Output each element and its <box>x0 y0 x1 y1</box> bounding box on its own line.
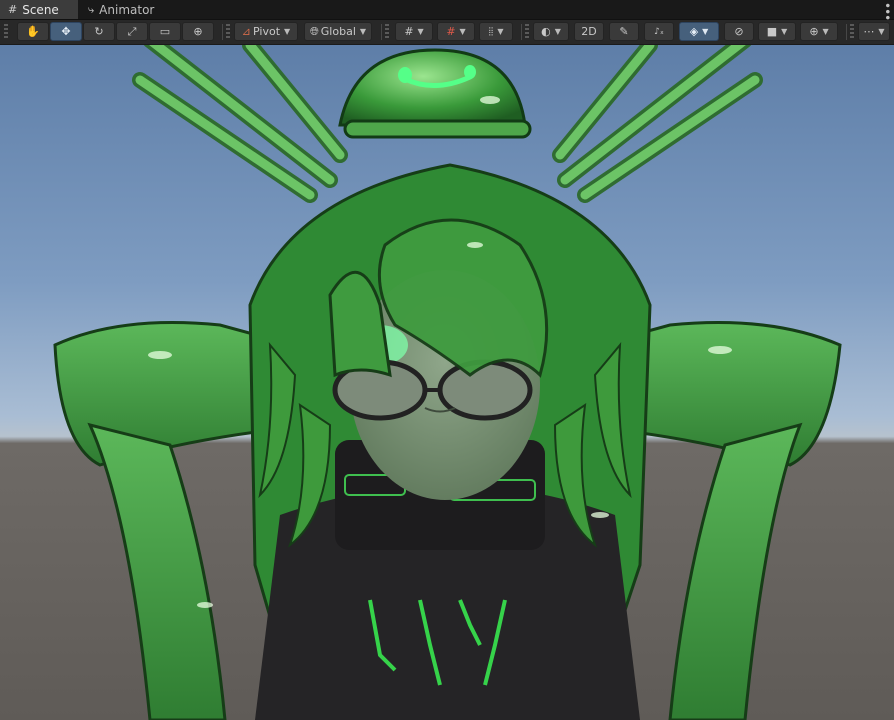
scene-visibility-button[interactable]: ⊘ <box>724 22 754 41</box>
rotate-icon: ↻ <box>94 25 104 38</box>
toolbar-grip[interactable] <box>850 24 854 40</box>
pivot-label: Pivot <box>253 25 281 38</box>
chevron-down-icon: ▼ <box>359 27 367 36</box>
eye-hidden-icon: ⊘ <box>734 25 744 38</box>
shading-sphere-icon: ◐ <box>541 25 551 38</box>
animator-icon: ⤷ <box>88 2 95 16</box>
chevron-down-icon: ▼ <box>781 27 788 36</box>
toolbar-grip[interactable] <box>226 24 230 40</box>
2d-label: 2D <box>581 25 597 38</box>
2d-toggle-button[interactable]: 2D <box>574 22 604 41</box>
pivot-icon: ⊿ <box>241 25 252 38</box>
tab-animator[interactable]: ⤷ Animator <box>80 0 160 19</box>
chevron-down-icon: ▼ <box>459 27 466 36</box>
chevron-down-icon: ▼ <box>284 27 291 36</box>
ruler-dropdown[interactable]: ⦙⦙ ▼ <box>479 22 513 41</box>
scene-toolbar: ✋ ✥ ↻ ⤢ ▭ ⊕ ⊿ Pivot ▼ 🌐︎ Global ▼ # ▼ # … <box>0 20 894 45</box>
gizmo-icon: ⊕ <box>809 25 819 38</box>
chevron-down-icon: ▼ <box>878 27 885 36</box>
tab-animator-label: Animator <box>99 2 155 17</box>
scale-icon: ⤢ <box>127 24 137 38</box>
toolbar-grip[interactable] <box>385 24 389 40</box>
camera-icon: ■ <box>766 25 778 38</box>
transform-icon: ⊕ <box>193 25 203 38</box>
increment-snap-icon: # <box>446 25 456 38</box>
rect-tool-button[interactable]: ▭ <box>149 22 181 41</box>
chevron-down-icon: ▼ <box>417 27 424 36</box>
hand-icon: ✋ <box>26 25 40 38</box>
tab-strip: # Scene ⤷ Animator ••• <box>0 0 894 20</box>
grid-snap-dropdown[interactable]: # ▼ <box>395 22 433 41</box>
increment-snap-dropdown[interactable]: # ▼ <box>437 22 475 41</box>
separator <box>846 24 847 40</box>
scene-viewport[interactable] <box>0 45 894 720</box>
shading-mode-dropdown[interactable]: ◐ ▼ <box>533 22 569 41</box>
chevron-down-icon: ▼ <box>497 27 504 36</box>
global-label: Global <box>320 25 356 38</box>
rotate-tool-button[interactable]: ↻ <box>83 22 115 41</box>
lighting-icon: ✎ <box>619 25 629 38</box>
slime-avatar-render <box>53 45 842 720</box>
hand-tool-button[interactable]: ✋ <box>17 22 49 41</box>
camera-dropdown[interactable]: ■ ▼ <box>758 22 796 41</box>
separator <box>381 24 382 40</box>
separator <box>222 24 223 40</box>
gizmos-dropdown[interactable]: ⊕ ▼ <box>800 22 838 41</box>
global-dropdown[interactable]: 🌐︎ Global ▼ <box>304 22 372 41</box>
overlay-menu-dropdown[interactable]: ⋯ ▼ <box>858 22 890 41</box>
globe-icon: 🌐︎ <box>309 24 319 38</box>
pivot-dropdown[interactable]: ⊿ Pivot ▼ <box>234 22 298 41</box>
toolbar-grip[interactable] <box>525 24 529 40</box>
separator <box>521 24 522 40</box>
move-icon: ✥ <box>61 25 71 38</box>
chevron-down-icon: ▼ <box>702 27 709 36</box>
scale-tool-button[interactable]: ⤢ <box>116 22 148 41</box>
move-tool-button[interactable]: ✥ <box>50 22 82 41</box>
effects-dropdown[interactable]: ◈ ▼ <box>679 22 719 41</box>
chevron-down-icon: ▼ <box>822 27 829 36</box>
lighting-toggle-button[interactable]: ✎ <box>609 22 639 41</box>
chevron-down-icon: ▼ <box>554 27 561 36</box>
grid-icon: # <box>8 3 18 16</box>
layers-icon: ◈ <box>689 25 699 38</box>
more-options-icon[interactable]: ••• <box>880 2 894 20</box>
tab-scene[interactable]: # Scene <box>0 0 78 19</box>
grid-snap-icon: # <box>404 25 414 38</box>
transform-tool-button[interactable]: ⊕ <box>182 22 214 41</box>
tab-scene-label: Scene <box>22 2 59 17</box>
ruler-icon: ⦙⦙ <box>488 24 494 38</box>
toolbar-grip[interactable] <box>4 24 8 40</box>
rect-icon: ▭ <box>159 25 171 38</box>
overlay-icon: ⋯ <box>863 25 875 38</box>
audio-toggle-button[interactable]: ♪ₓ <box>644 22 674 41</box>
audio-icon: ♪ₓ <box>654 26 664 37</box>
